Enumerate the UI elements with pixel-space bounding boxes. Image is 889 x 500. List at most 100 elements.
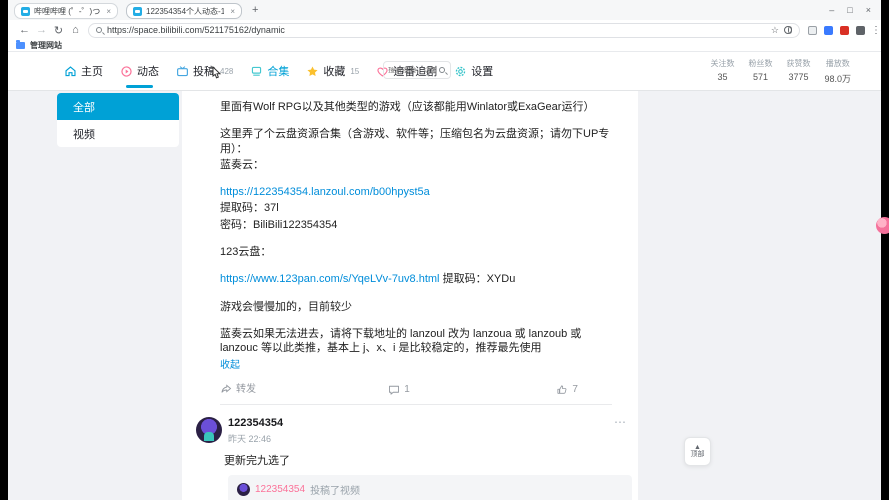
globe-icon[interactable]: [784, 26, 792, 34]
browser-tab-user-dynamic[interactable]: 122354354个人动态-122354... ×: [126, 3, 242, 19]
post-text: 游戏会慢慢加的，目前较少: [220, 300, 352, 313]
stat-label: 粉丝数: [748, 59, 773, 68]
stat-value: 571: [752, 72, 768, 82]
search-icon: [96, 27, 102, 33]
reposted-card[interactable]: 122354354 投稿了视频 翌日 04:53:32 【Tsugunohi翌日…: [228, 474, 632, 500]
window-controls: – □ ×: [829, 5, 871, 15]
bilibili-favicon: [133, 6, 142, 16]
lanzou-link[interactable]: https://122354354.lanzoul.com/b00hpyst5a: [220, 186, 430, 198]
repost-button[interactable]: 转发: [220, 383, 339, 396]
bookmarks-bar: 管理网站: [8, 40, 881, 52]
avatar: [237, 482, 250, 496]
reload-button[interactable]: ↻: [50, 24, 67, 37]
browser-tab-bilibili-home[interactable]: 哔哩哔哩 (゜-゜)つロ 干杯~-... ×: [14, 3, 118, 19]
forward-button[interactable]: →: [33, 24, 50, 36]
post-text: 蓝奏云：: [220, 158, 264, 171]
new-tab-button[interactable]: +: [252, 4, 258, 16]
comment-button[interactable]: 1: [339, 383, 458, 396]
bookmark-star-icon[interactable]: ☆: [771, 25, 779, 36]
window-close-button[interactable]: ×: [866, 5, 871, 15]
screen: 哔哩哔哩 (゜-゜)つロ 干杯~-... × 122354354个人动态-122…: [0, 0, 889, 500]
post-text: 提取码：37l: [220, 202, 279, 215]
like-button[interactable]: 7: [459, 383, 612, 396]
stat-plays[interactable]: 播放数 98.0万: [824, 58, 851, 85]
post-text: 密码：BiliBili122354354: [220, 218, 338, 231]
tab-label: 合集: [267, 66, 290, 78]
home-button[interactable]: ⌂: [67, 24, 84, 36]
tab-favorites[interactable]: 收藏 15: [306, 52, 359, 90]
post-cloud-resources: 里面有Wolf RPG以及其他类型的游戏（应该都能用Winlator或ExaGe…: [182, 91, 638, 405]
stat-followers[interactable]: 粉丝数 571: [748, 58, 772, 85]
repost-label: 转发: [236, 384, 256, 396]
mouse-cursor-icon: [212, 66, 222, 79]
post-text: 提取码：XYDu: [439, 273, 516, 286]
avatar[interactable]: [196, 416, 222, 443]
author-name[interactable]: 122354354: [228, 417, 283, 429]
collapse-link[interactable]: 收起: [220, 359, 612, 372]
back-button[interactable]: ←: [16, 24, 33, 36]
repost-origin-action: 投稿了视频: [310, 485, 361, 497]
extensions-area: [808, 25, 865, 35]
back-to-top-button[interactable]: ▲ 顶部: [684, 437, 711, 466]
stat-value: 98.0万: [824, 74, 851, 84]
comment-count: 1: [404, 384, 410, 396]
page-body: 全部 视频 里面有Wolf RPG以及其他类型的游戏（应该都能用Winlator…: [8, 91, 881, 500]
bilibili-favicon: [21, 6, 30, 16]
bili-space-nav: 主页 动态 投稿 428 合集 收藏 15 追番追剧 设置 搜索视频，动态 关注…: [8, 52, 881, 91]
tab-collections[interactable]: 合集: [250, 52, 289, 90]
123pan-link[interactable]: https://www.123pan.com/s/YqeLVv-7uv8.htm…: [220, 273, 440, 285]
filter-video[interactable]: 视频: [57, 120, 179, 147]
window-minimize-button[interactable]: –: [829, 5, 834, 15]
window-maximize-button[interactable]: □: [847, 5, 852, 15]
post-text: 蓝奏云如果无法进去，请将下载地址的 lanzoul 改为 lanzoua 或 l…: [220, 327, 582, 355]
post-text: 里面有Wolf RPG以及其他类型的游戏（应该都能用Winlator或ExaGe…: [220, 101, 595, 113]
post-more-button[interactable]: ⋯: [614, 415, 626, 429]
url-text: https://space.bilibili.com/521175162/dyn…: [107, 25, 285, 35]
floating-mascot[interactable]: [876, 217, 889, 234]
tv-icon: [177, 65, 188, 76]
dynamic-feed: 里面有Wolf RPG以及其他类型的游戏（应该都能用Winlator或ExaGe…: [182, 91, 638, 500]
dynamic-icon: [121, 65, 132, 77]
dynamic-filter-sidebar: 全部 视频: [57, 93, 179, 147]
caret-up-icon: ▲: [694, 444, 701, 451]
browser-menu-button[interactable]: ⋮: [871, 25, 881, 36]
tab-dynamic[interactable]: 动态: [120, 52, 159, 90]
thumbs-up-icon: [557, 384, 567, 394]
tab-close-icon[interactable]: ×: [230, 7, 235, 16]
address-bar[interactable]: https://space.bilibili.com/521175162/dyn…: [88, 22, 800, 38]
search-input[interactable]: [388, 66, 436, 74]
stat-following[interactable]: 关注数 35: [710, 58, 734, 85]
repost-origin-user[interactable]: 122354354: [255, 484, 305, 495]
user-stats: 关注数 35 粉丝数 571 获赞数 3775 播放数 98.0万: [710, 58, 851, 85]
stat-value: 35: [717, 72, 728, 82]
stat-likes[interactable]: 获赞数 3775: [786, 58, 810, 85]
tab-uploads[interactable]: 投稿 428: [176, 52, 233, 90]
stat-label: 获赞数: [786, 59, 811, 68]
extension-icon[interactable]: [856, 25, 865, 35]
bookmark-folder[interactable]: 管理网站: [30, 40, 62, 51]
star-icon: [307, 65, 318, 76]
share-icon: [221, 383, 232, 393]
tab-label: 收藏: [323, 66, 346, 78]
filter-all[interactable]: 全部: [57, 93, 179, 120]
gear-icon: [456, 66, 466, 76]
post-text: 这里弄了个云盘资源合集（含游戏、软件等；压缩包名为云盘资源；请勿下UP专用）：: [220, 128, 610, 155]
post-action-bar: 转发 1 7: [220, 378, 612, 402]
tab-label: 动态: [137, 66, 159, 78]
back-to-top-label: 顶部: [690, 451, 705, 458]
post-time: 昨天 22:46: [228, 433, 272, 444]
tab-label: 主页: [81, 66, 103, 78]
space-search-box[interactable]: [383, 61, 451, 79]
extension-icon[interactable]: [808, 25, 817, 35]
layers-icon: [252, 66, 262, 76]
like-count: 7: [572, 384, 578, 396]
tab-close-icon[interactable]: ×: [106, 7, 111, 16]
tab-settings[interactable]: 设置: [454, 52, 493, 90]
extension-icon[interactable]: [824, 25, 833, 35]
extension-icon[interactable]: [840, 25, 849, 35]
folder-icon: [16, 40, 25, 49]
tab-title: 122354354个人动态-122354...: [146, 6, 225, 16]
letterbox-left: [0, 0, 8, 500]
tab-home[interactable]: 主页: [64, 52, 103, 90]
search-icon: [439, 67, 445, 73]
